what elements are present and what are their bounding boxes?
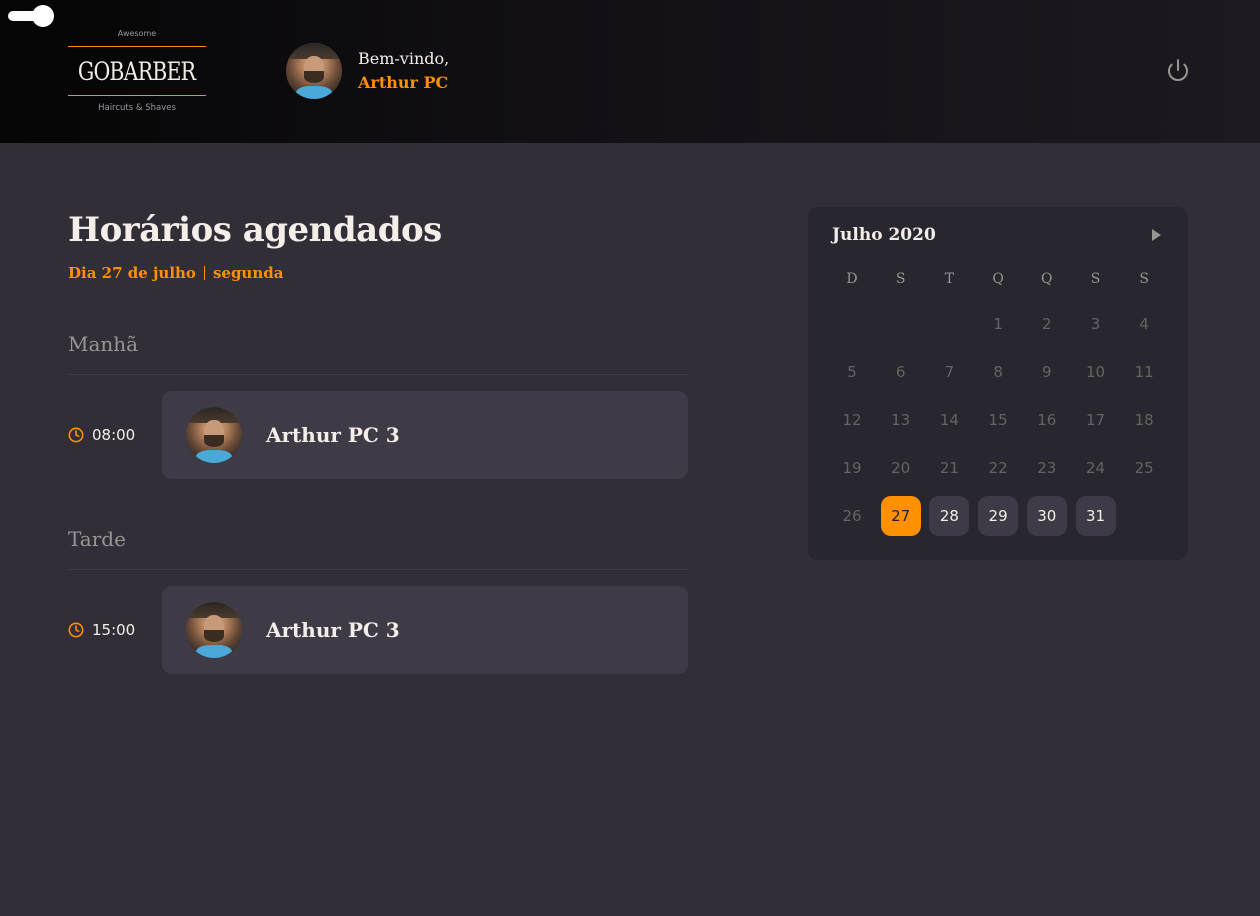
user-name-link[interactable]: Arthur PC: [358, 71, 449, 95]
calendar-day: 24: [1085, 459, 1106, 477]
section-divider: [68, 374, 688, 375]
calendar-day[interactable]: 30: [1026, 496, 1067, 536]
calendar-day[interactable]: 27: [880, 496, 921, 536]
logo-brand-row: GOBARBER: [68, 46, 206, 96]
calendar-day: 3: [1090, 315, 1101, 333]
calendar-day: 15: [988, 411, 1008, 429]
toggle-knob[interactable]: [32, 5, 54, 27]
appointment-time-text: 08:00: [92, 426, 136, 444]
calendar-day: 9: [1042, 363, 1052, 381]
calendar-day: 6: [895, 363, 906, 381]
calendar-day: 16: [1037, 411, 1057, 429]
logo-bottom-text: Haircuts & Shaves: [98, 103, 176, 113]
date-label: Dia 27 de julho: [68, 264, 196, 282]
appointment-item: 08:00 Arthur PC 3: [68, 391, 688, 479]
avatar-beard: [203, 630, 225, 643]
header: Awesome GOBARBER Haircuts & Shaves Bem-v…: [0, 0, 1260, 143]
calendar-day: 22: [988, 459, 1008, 477]
calendar-day: 20: [891, 459, 911, 477]
calendar-day: 21: [939, 459, 959, 477]
avatar-beard: [303, 71, 325, 84]
calendar-day: 4: [1139, 315, 1149, 333]
calendar-day: 26: [842, 507, 862, 525]
calendar: Julho 2020 DSTQQSS 1 2 3 4 5 6 7 8 9 10 11 12 13 14 15…: [808, 207, 1188, 560]
avatar[interactable]: [286, 43, 342, 99]
date-separator: [203, 266, 205, 280]
weekday-label: segunda: [212, 264, 284, 282]
appointment-time: 08:00: [68, 426, 162, 444]
calendar-day: 11: [1134, 363, 1154, 381]
welcome-text: Bem-vindo,: [358, 49, 450, 68]
appointment-card[interactable]: Arthur PC 3: [162, 586, 688, 674]
calendar-day: 8: [993, 363, 1003, 381]
page-title: Horários agendados: [68, 210, 442, 250]
calendar-day[interactable]: 29: [978, 496, 1019, 536]
avatar-beard: [203, 435, 225, 448]
calendar-day: 2: [1042, 315, 1052, 333]
calendar-day[interactable]: 31: [1075, 496, 1116, 536]
calendar-day: 23: [1037, 459, 1057, 477]
theme-toggle[interactable]: [8, 5, 54, 27]
calendar-day[interactable]: 28: [929, 496, 970, 536]
client-avatar: [186, 602, 242, 658]
section-title-afternoon: Tarde: [68, 527, 126, 551]
logo[interactable]: Awesome GOBARBER Haircuts & Shaves: [68, 28, 206, 116]
logo-top-text: Awesome: [117, 29, 157, 38]
calendar-day: 12: [842, 411, 862, 429]
profile: Bem-vindo, Arthur PC: [286, 43, 449, 99]
calendar-day: 5: [847, 363, 857, 381]
calendar-day: 17: [1085, 411, 1106, 429]
calendar-day: 7: [944, 363, 955, 381]
appointment-item: 15:00 Arthur PC 3: [68, 586, 688, 674]
calendar-day: 13: [891, 411, 911, 429]
logo-brand: GOBARBER: [78, 56, 196, 86]
calendar-day: 10: [1085, 363, 1106, 381]
clock-icon: [68, 622, 84, 638]
power-icon[interactable]: [1166, 58, 1190, 82]
appointment-time: 15:00: [68, 621, 162, 639]
calendar-day: 14: [939, 411, 959, 429]
section-title-morning: Manhã: [68, 332, 139, 356]
appointment-card[interactable]: Arthur PC 3: [162, 391, 688, 479]
selected-date: Dia 27 de julho segunda: [68, 264, 283, 282]
client-avatar: [186, 407, 242, 463]
appointment-time-text: 15:00: [92, 621, 136, 639]
welcome-block: Bem-vindo, Arthur PC: [358, 47, 449, 95]
calendar-day: 19: [842, 459, 862, 477]
client-name: Arthur PC 3: [266, 423, 400, 447]
calendar-day: 1: [993, 315, 1003, 333]
client-name: Arthur PC 3: [266, 618, 400, 642]
calendar-days: 1 2 3 4 5 6 7 8 9 10 11 12 13 14 15 16 17 18 19 20 21 22 23 24 2…: [832, 207, 1172, 560]
calendar-day: 25: [1134, 459, 1154, 477]
section-divider: [68, 569, 688, 570]
calendar-day: 18: [1134, 411, 1154, 429]
clock-icon: [68, 427, 84, 443]
